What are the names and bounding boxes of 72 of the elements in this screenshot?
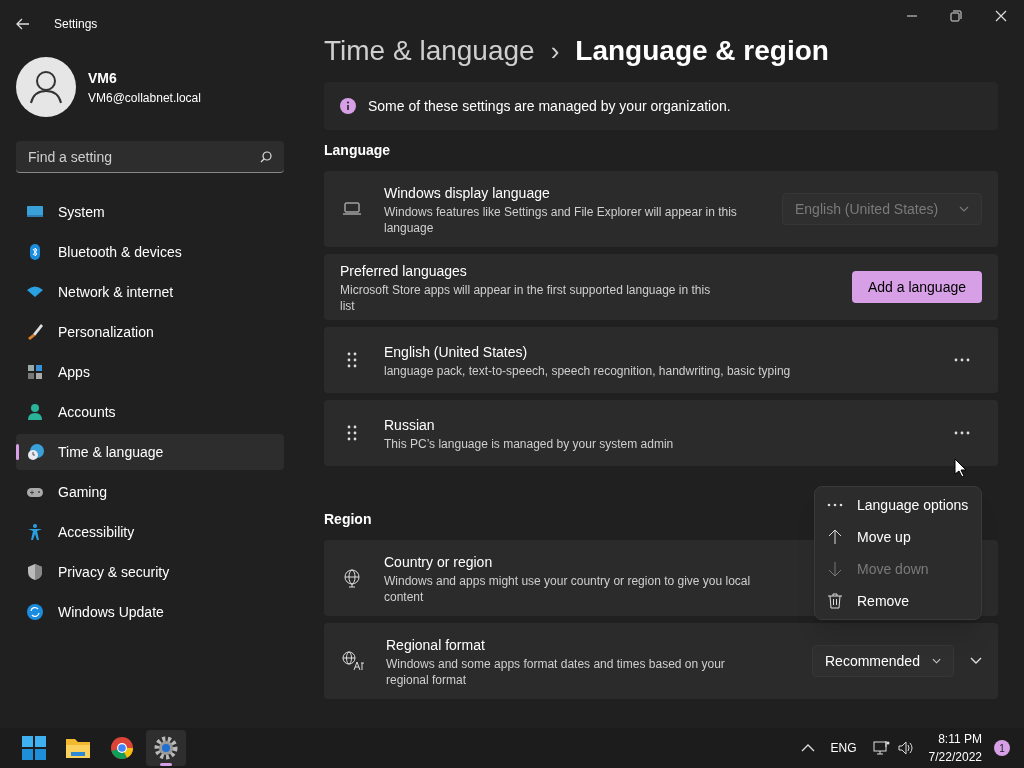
clock-date[interactable]: 7/22/2022 [928,748,982,766]
sidebar-item[interactable]: Apps [16,354,284,390]
input-language[interactable]: ENG [830,739,857,757]
card-description: Microsoft Store apps will appear in the first supported language in this list [340,281,712,314]
page-title: Language & region [575,34,829,68]
shield-icon [26,563,44,581]
back-icon[interactable] [16,18,30,30]
sidebar-item[interactable]: Windows Update [16,594,284,630]
chevron-down-icon [931,658,941,664]
info-icon [340,98,356,114]
menu-item[interactable]: Move up [815,521,981,553]
card-description: language pack, text-to-speech, speech recognition, handwriting, basic typing [384,362,791,379]
sidebar-item[interactable]: Bluetooth & devices [16,234,284,270]
profile-email: VM6@collabnet.local [88,89,201,107]
section-heading: Region [324,510,373,529]
globe-letters-icon [342,651,364,671]
sidebar-item[interactable]: Network & internet [16,274,284,310]
section-heading: Language [324,141,392,160]
menu-item[interactable]: Language options [815,489,981,521]
card-title: Regional format [386,635,485,655]
volume-icon[interactable] [896,740,915,756]
expand-chevron-icon[interactable] [970,657,982,665]
update-icon [26,603,44,621]
sidebar-item[interactable]: System [16,194,284,230]
chevron-down-icon [959,206,969,212]
search-icon[interactable] [260,151,272,163]
sidebar-item[interactable]: Privacy & security [16,554,284,590]
taskbar-app[interactable] [146,730,186,766]
sidebar-item[interactable]: Personalization [16,314,284,350]
card-title: Russian [384,415,435,435]
clock-globe-icon [26,443,44,461]
info-text: Some of these settings are managed by your organization. [368,96,731,116]
card-title: Preferred languages [340,261,467,281]
add-language-button[interactable]: Add a language [851,271,982,303]
card-title: English (United States) [384,342,528,362]
card-description: This PC’s language is managed by your system admin [384,435,674,452]
breadcrumb-link[interactable]: Time & language [324,30,535,72]
clock-time[interactable]: 8:11 PM [938,730,982,748]
globe-icon [342,568,362,588]
notification-badge[interactable]: 1 [994,740,1010,756]
more-icon[interactable] [954,358,970,362]
profile-name: VM6 [88,68,118,88]
trash-icon [827,593,843,609]
avatar-icon [16,57,76,117]
network-icon[interactable] [872,740,891,756]
more-icon[interactable] [954,431,970,435]
accessibility-icon [26,523,44,541]
card-description: Windows and some apps format dates and times based on your regional format [386,655,726,688]
sidebar-item[interactable]: Accounts [16,394,284,430]
mouse-pointer-icon [954,458,966,478]
arrow-up-icon [827,529,843,545]
card-description: Windows features like Settings and File Explorer will appear in this language [384,203,738,236]
card-title: Country or region [384,552,493,572]
breadcrumb-separator: › [550,34,560,68]
maximize-icon[interactable] [950,10,962,22]
menu-item[interactable]: Remove [815,585,981,617]
window-title: Settings [54,16,98,33]
apps-icon [26,363,44,381]
search-field[interactable]: Find a setting [16,141,284,173]
arrow-down-icon [827,561,843,577]
dropdown[interactable]: Recommended [812,645,954,677]
sidebar-item[interactable]: Gaming [16,474,284,510]
chevron-up-icon[interactable] [800,743,815,753]
card-description: Windows and apps might use your country or region to give you local content [384,572,752,605]
windows-logo-icon [19,733,49,763]
sidebar-item[interactable]: Accessibility [16,514,284,550]
laptop-icon [342,201,362,217]
card-title: Windows display language [384,183,550,203]
sidebar-item[interactable]: Time & language [16,434,284,470]
close-icon[interactable] [995,10,1007,22]
brush-icon [26,323,44,341]
person-icon [26,403,44,421]
